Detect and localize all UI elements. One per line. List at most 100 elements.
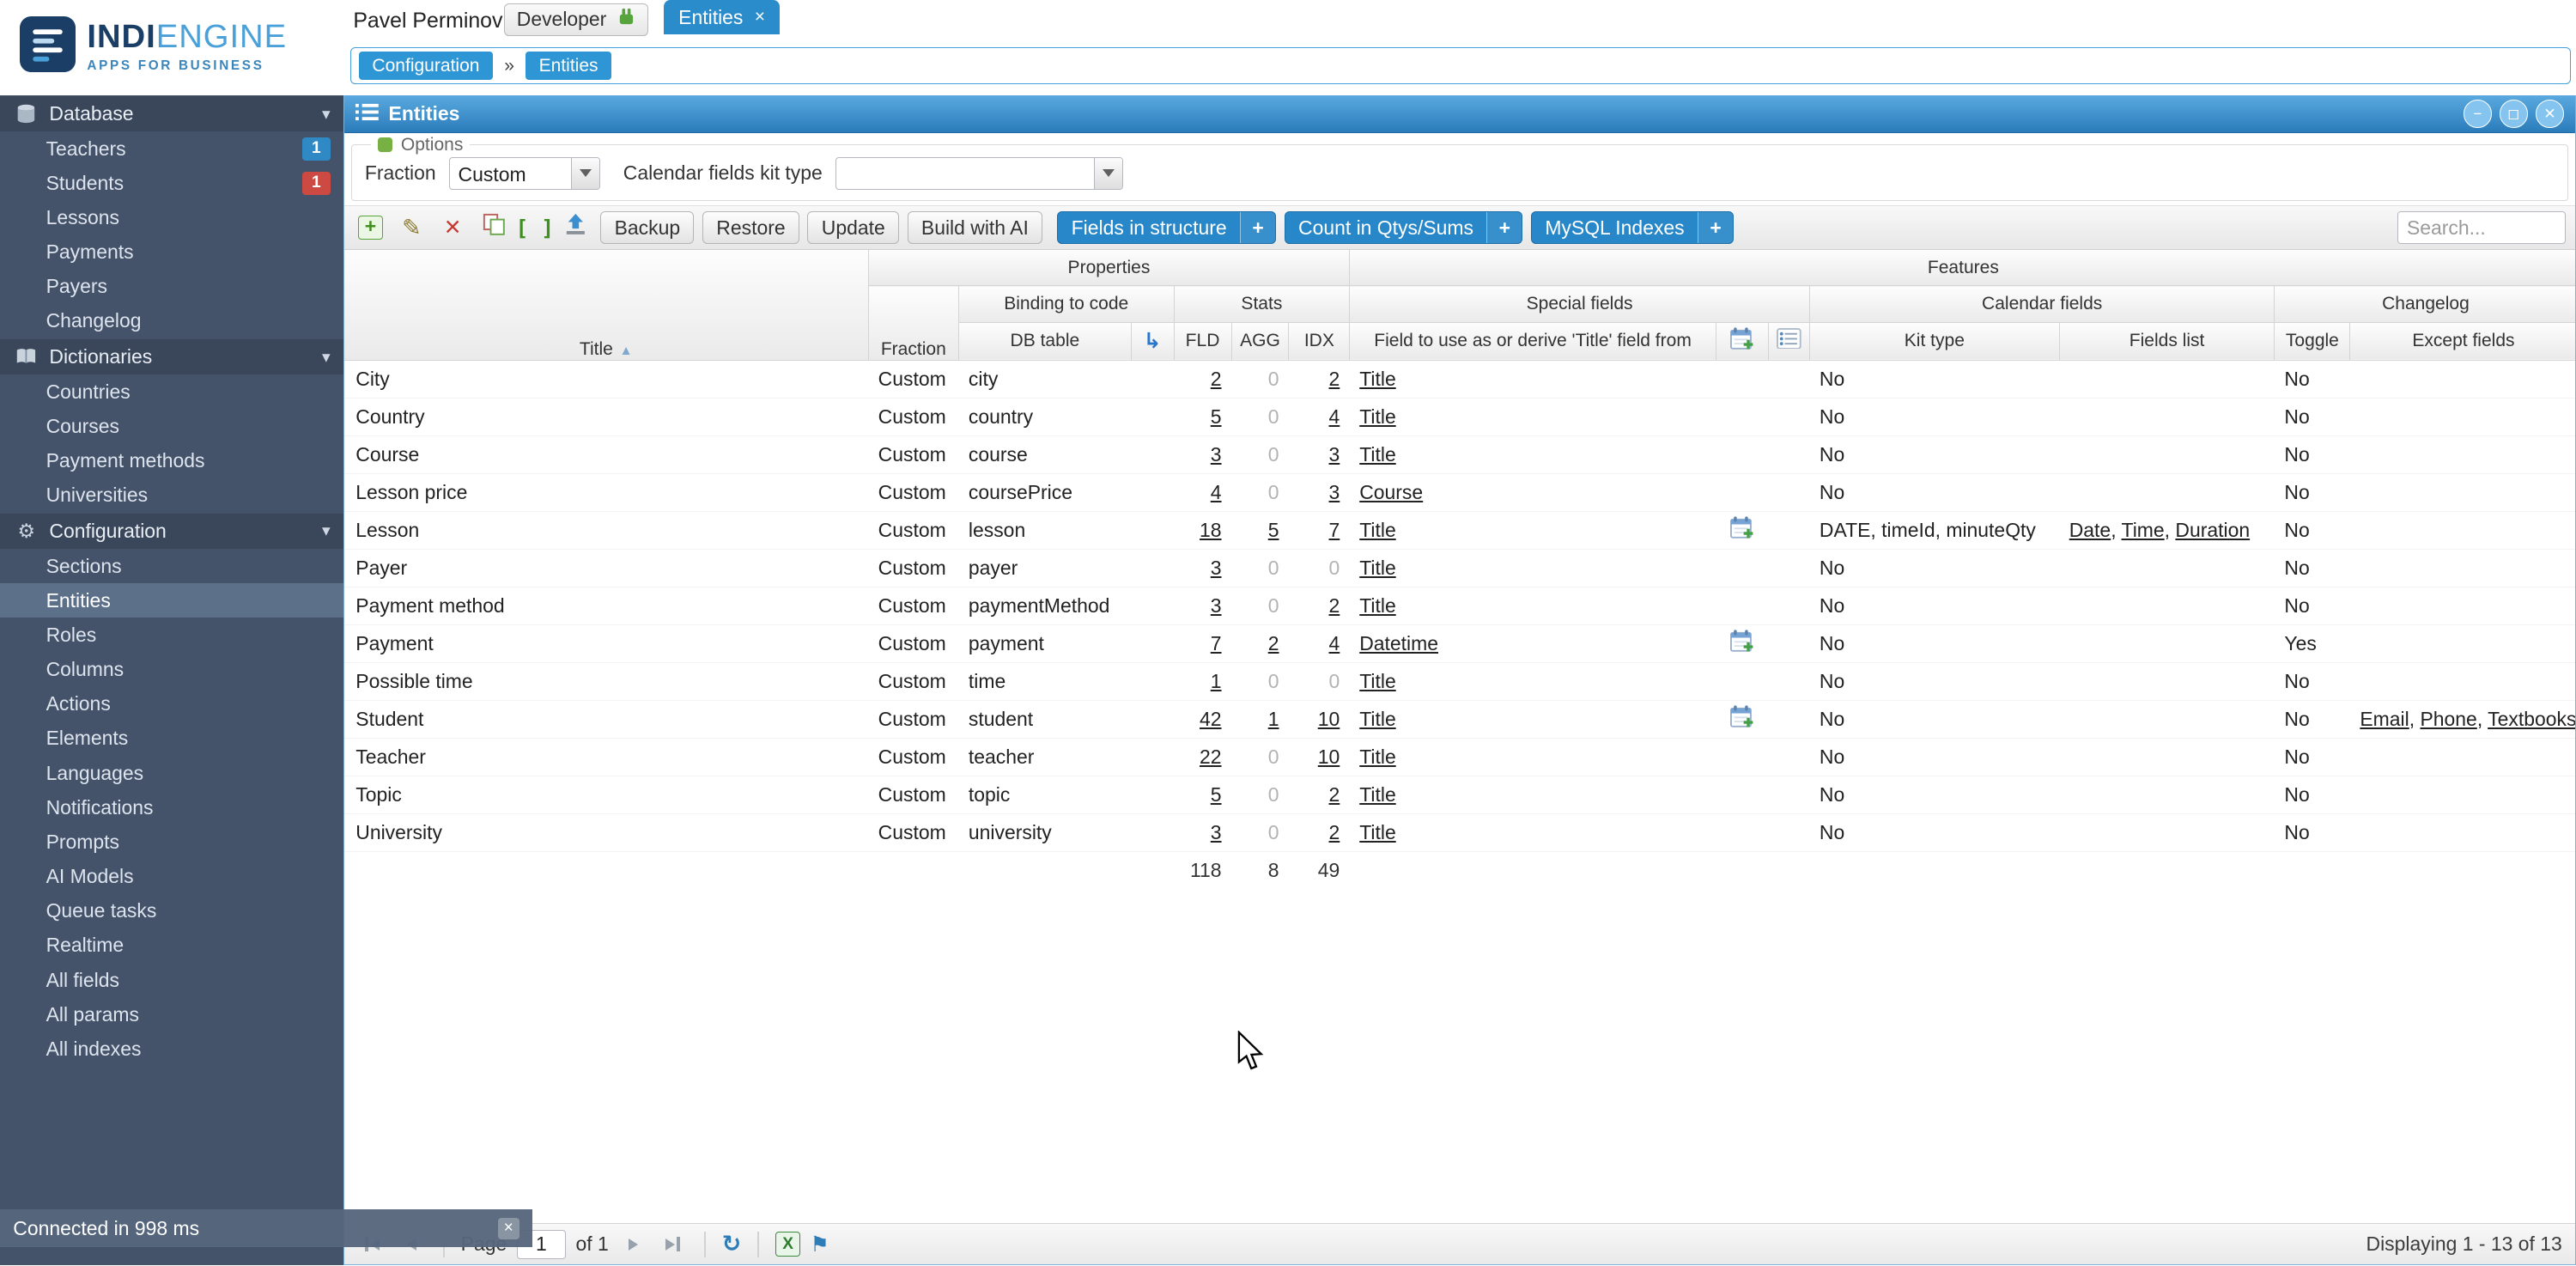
fld-link[interactable]: 7	[1211, 632, 1222, 654]
idx-link[interactable]: 2	[1329, 821, 1340, 843]
idx-link[interactable]: 2	[1329, 368, 1340, 390]
breadcrumb-item-entities[interactable]: Entities	[526, 52, 611, 80]
tree-icon[interactable]: ↳	[1131, 322, 1175, 361]
chevron-down-icon[interactable]	[571, 157, 599, 190]
code-brackets-button[interactable]: [ ]	[515, 211, 554, 244]
sidebar-item-all-fields[interactable]: All fields	[0, 963, 343, 997]
tab-entities[interactable]: Entities ×	[663, 0, 781, 35]
title-field-link[interactable]: Course	[1359, 481, 1423, 503]
field-link[interactable]: Time	[2122, 519, 2165, 541]
sidebar-item-elements[interactable]: Elements	[0, 721, 343, 756]
sidebar-item-realtime[interactable]: Realtime	[0, 928, 343, 963]
maximize-button[interactable]: ◻	[2500, 100, 2528, 128]
table-row[interactable]: Payer Custom payer 3 0 0 Title No No	[343, 549, 2576, 587]
fld-link[interactable]: 3	[1211, 594, 1222, 617]
backup-button[interactable]: Backup	[600, 210, 695, 245]
toggle-count-in-qtys-sums[interactable]: Count in Qtys/Sums +	[1284, 210, 1523, 245]
refresh-button[interactable]: ↻	[722, 1231, 741, 1257]
agg-link[interactable]: 2	[1268, 632, 1279, 654]
sidebar-item-payers[interactable]: Payers	[0, 270, 343, 304]
column-agg[interactable]: AGG	[1231, 322, 1290, 361]
table-row[interactable]: Student Custom student 42 1 10 Title No No Email,…	[343, 700, 2576, 739]
column-fld[interactable]: FLD	[1174, 322, 1232, 361]
fraction-select[interactable]: Custom	[448, 156, 600, 191]
idx-link[interactable]: 4	[1329, 632, 1340, 654]
column-fraction[interactable]: Fraction	[868, 285, 959, 361]
table-row[interactable]: University Custom university 3 0 2 Title No No	[343, 813, 2576, 852]
toggle-fields-in-structure[interactable]: Fields in structure +	[1057, 210, 1277, 245]
field-link[interactable]: Date	[2069, 519, 2111, 541]
column-special-field[interactable]: Field to use as or derive 'Title' field …	[1349, 322, 1716, 361]
title-field-link[interactable]: Title	[1359, 746, 1395, 768]
chevron-down-icon[interactable]	[1094, 157, 1122, 190]
sidebar-item-sections[interactable]: Sections	[0, 549, 343, 583]
sidebar-item-queue-tasks[interactable]: Queue tasks	[0, 894, 343, 928]
copy-button[interactable]	[477, 211, 510, 244]
sidebar-item-courses[interactable]: Courses	[0, 409, 343, 443]
sidebar-item-notifications[interactable]: Notifications	[0, 790, 343, 825]
fld-link[interactable]: 3	[1211, 557, 1222, 579]
table-row[interactable]: Payment Custom payment 7 2 4 Datetime No Yes	[343, 624, 2576, 663]
calendar-icon[interactable]	[1729, 516, 1755, 544]
column-title[interactable]: Title ▲	[343, 249, 869, 361]
title-field-link[interactable]: Title	[1359, 557, 1395, 579]
breadcrumb-item-configuration[interactable]: Configuration	[359, 52, 493, 80]
except-field-link[interactable]: Email	[2360, 708, 2409, 730]
column-except-fields[interactable]: Except fields	[2349, 322, 2576, 361]
sidebar-item-all-indexes[interactable]: All indexes	[0, 1032, 343, 1066]
column-toggle[interactable]: Toggle	[2274, 322, 2351, 361]
table-row[interactable]: Possible time Custom time 1 0 0 Title No No	[343, 662, 2576, 701]
tab-close-icon[interactable]: ×	[755, 7, 765, 27]
sidebar-section-dictionaries[interactable]: Dictionaries ▾	[0, 338, 343, 375]
title-field-link[interactable]: Title	[1359, 783, 1395, 806]
table-row[interactable]: City Custom city 2 0 2 Title No No	[343, 360, 2576, 399]
sidebar-item-students[interactable]: Students 1	[0, 166, 343, 200]
sidebar-item-ai-models[interactable]: AI Models	[0, 859, 343, 893]
fld-link[interactable]: 3	[1211, 443, 1222, 466]
title-field-link[interactable]: Title	[1359, 368, 1395, 390]
title-field-link[interactable]: Title	[1359, 594, 1395, 617]
sidebar-item-lessons[interactable]: Lessons	[0, 200, 343, 234]
excel-export-button[interactable]: X	[775, 1232, 800, 1257]
fld-link[interactable]: 5	[1211, 783, 1222, 806]
sidebar-item-payments[interactable]: Payments	[0, 235, 343, 270]
idx-link[interactable]: 2	[1329, 783, 1340, 806]
calendar-icon[interactable]	[1729, 630, 1755, 657]
fld-link[interactable]: 2	[1211, 368, 1222, 390]
table-row[interactable]: Lesson Custom lesson 18 5 7 Title DATE, timeId,…	[343, 511, 2576, 550]
fld-link[interactable]: 1	[1211, 670, 1222, 692]
search-input[interactable]	[2397, 210, 2566, 245]
list-icon[interactable]	[1768, 322, 1810, 361]
restore-button[interactable]: Restore	[702, 210, 799, 245]
idx-link[interactable]: 10	[1318, 746, 1340, 768]
fld-link[interactable]: 22	[1200, 746, 1222, 768]
except-field-link[interactable]: Textbooks	[2488, 708, 2575, 730]
last-page-button[interactable]	[658, 1230, 687, 1259]
minimize-button[interactable]: −	[2463, 100, 2492, 128]
idx-link[interactable]: 3	[1329, 481, 1340, 503]
sidebar-item-payment-methods[interactable]: Payment methods	[0, 444, 343, 478]
field-link[interactable]: Duration	[2175, 519, 2250, 541]
column-idx[interactable]: IDX	[1288, 322, 1351, 361]
sidebar-item-universities[interactable]: Universities	[0, 478, 343, 513]
delete-button[interactable]: ✕	[436, 211, 469, 244]
flag-button[interactable]: ⚑	[810, 1232, 829, 1257]
sidebar-item-actions[interactable]: Actions	[0, 687, 343, 721]
calendar-icon[interactable]	[1729, 705, 1755, 733]
agg-link[interactable]: 1	[1268, 708, 1279, 730]
sidebar-item-all-params[interactable]: All params	[0, 997, 343, 1032]
sidebar-item-entities[interactable]: Entities	[0, 583, 343, 618]
sidebar-section-configuration[interactable]: ⚙ Configuration ▾	[0, 512, 343, 549]
except-field-link[interactable]: Phone	[2420, 708, 2476, 730]
update-button[interactable]: Update	[807, 210, 900, 245]
table-row[interactable]: Country Custom country 5 0 4 Title No No	[343, 398, 2576, 436]
fld-link[interactable]: 3	[1211, 821, 1222, 843]
column-fields-list[interactable]: Fields list	[2059, 322, 2275, 361]
sidebar-section-database[interactable]: Database ▾	[0, 94, 343, 132]
idx-link[interactable]: 3	[1329, 443, 1340, 466]
fld-link[interactable]: 4	[1211, 481, 1222, 503]
title-field-link[interactable]: Title	[1359, 443, 1395, 466]
plus-icon[interactable]: +	[1697, 211, 1734, 244]
title-field-link[interactable]: Datetime	[1359, 632, 1438, 654]
next-page-button[interactable]	[618, 1230, 647, 1259]
